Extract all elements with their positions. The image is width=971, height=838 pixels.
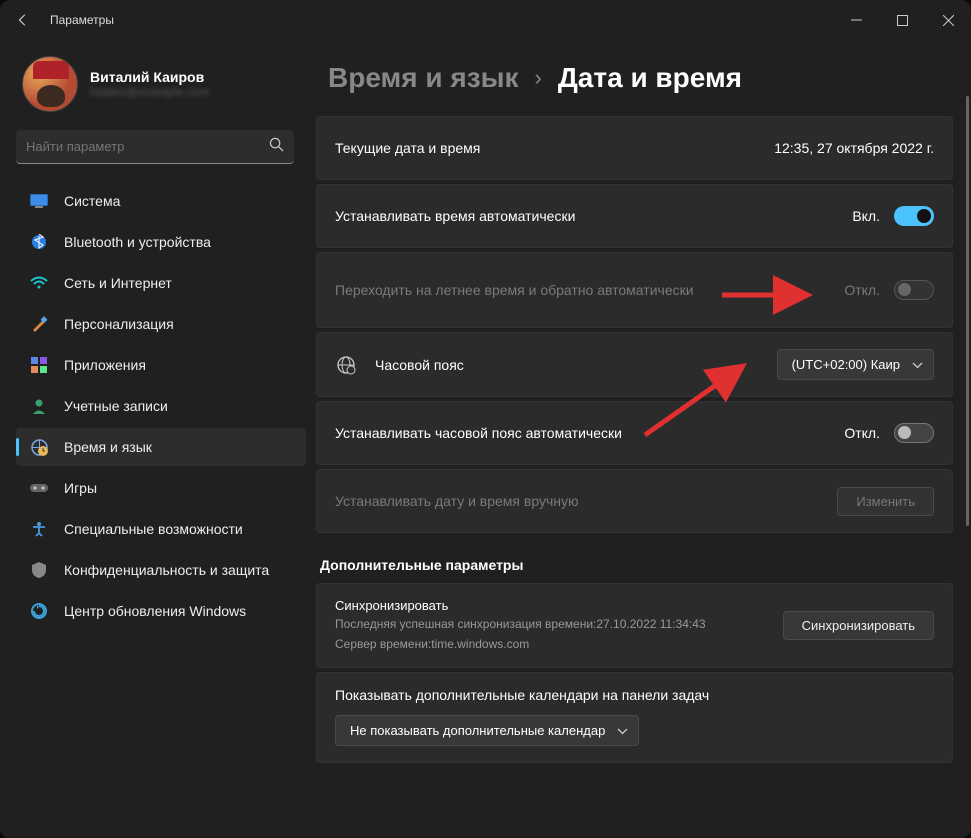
- timezone-value: (UTC+02:00) Каир: [792, 357, 900, 372]
- sidebar-item-windows-update[interactable]: Центр обновления Windows: [16, 592, 306, 630]
- current-datetime-label: Текущие дата и время: [335, 140, 774, 156]
- sync-last: Последняя успешная синхронизация времени…: [335, 615, 783, 633]
- dst-state: Откл.: [844, 282, 880, 298]
- sidebar-item-label: Центр обновления Windows: [64, 603, 246, 619]
- calendars-dropdown[interactable]: Не показывать дополнительные календар: [335, 715, 639, 746]
- row-dst: Переходить на летнее время и обратно авт…: [316, 252, 953, 328]
- brush-icon: [30, 315, 48, 333]
- sync-title: Синхронизировать: [335, 598, 783, 613]
- apps-icon: [30, 356, 48, 374]
- sidebar-item-system[interactable]: Система: [16, 182, 306, 220]
- row-timezone: Часовой пояс (UTC+02:00) Каир: [316, 332, 953, 397]
- dst-label: Переходить на летнее время и обратно авт…: [335, 282, 844, 298]
- calendars-label: Показывать дополнительные календари на п…: [335, 687, 934, 703]
- timezone-dropdown[interactable]: (UTC+02:00) Каир: [777, 349, 934, 380]
- row-auto-timezone[interactable]: Устанавливать часовой пояс автоматически…: [316, 401, 953, 465]
- chevron-down-icon: [617, 723, 628, 738]
- scrollbar[interactable]: [966, 96, 969, 526]
- sidebar-item-accounts[interactable]: Учетные записи: [16, 387, 306, 425]
- sync-button[interactable]: Синхронизировать: [783, 611, 934, 640]
- auto-time-label: Устанавливать время автоматически: [335, 208, 852, 224]
- sidebar-item-bluetooth[interactable]: Bluetooth и устройства: [16, 223, 306, 261]
- person-icon: [30, 397, 48, 415]
- accessibility-icon: [30, 520, 48, 538]
- avatar: [22, 56, 78, 112]
- row-sync: Синхронизировать Последняя успешная синх…: [316, 583, 953, 668]
- dst-toggle: [894, 280, 934, 300]
- wifi-icon: [30, 274, 48, 292]
- titlebar: Параметры: [0, 0, 971, 40]
- maximize-button[interactable]: [879, 0, 925, 40]
- change-button: Изменить: [837, 487, 934, 516]
- profile-email: hidden@example.com: [90, 85, 210, 99]
- sidebar-item-accessibility[interactable]: Специальные возможности: [16, 510, 306, 548]
- sidebar-item-label: Bluetooth и устройства: [64, 234, 211, 250]
- row-manual-datetime: Устанавливать дату и время вручную Измен…: [316, 469, 953, 533]
- globe-icon: [335, 355, 357, 375]
- page-title: Дата и время: [558, 62, 742, 94]
- row-additional-calendars: Показывать дополнительные календари на п…: [316, 672, 953, 763]
- chevron-down-icon: [912, 357, 923, 372]
- search-box[interactable]: [16, 130, 294, 164]
- sidebar-item-label: Игры: [64, 480, 97, 496]
- bluetooth-icon: [30, 233, 48, 251]
- auto-time-toggle[interactable]: [894, 206, 934, 226]
- row-auto-time[interactable]: Устанавливать время автоматически Вкл.: [316, 184, 953, 248]
- sidebar-item-label: Персонализация: [64, 316, 174, 332]
- auto-time-state: Вкл.: [852, 208, 880, 224]
- sidebar-item-time-language[interactable]: Время и язык: [16, 428, 306, 466]
- sidebar-item-privacy[interactable]: Конфиденциальность и защита: [16, 551, 306, 589]
- auto-tz-label: Устанавливать часовой пояс автоматически: [335, 425, 844, 441]
- profile-block[interactable]: Виталий Каиров hidden@example.com: [16, 48, 306, 126]
- sidebar-item-label: Учетные записи: [64, 398, 168, 414]
- calendars-value: Не показывать дополнительные календар: [350, 723, 605, 738]
- gamepad-icon: [30, 479, 48, 497]
- app-title: Параметры: [50, 13, 114, 27]
- back-button[interactable]: [14, 11, 32, 29]
- sidebar-item-gaming[interactable]: Игры: [16, 469, 306, 507]
- globe-clock-icon: [30, 438, 48, 456]
- current-datetime-value: 12:35, 27 октября 2022 г.: [774, 140, 934, 156]
- manual-label: Устанавливать дату и время вручную: [335, 493, 837, 509]
- sidebar-item-label: Система: [64, 193, 120, 209]
- auto-tz-state: Откл.: [844, 425, 880, 441]
- breadcrumb: Время и язык › Дата и время: [316, 62, 953, 94]
- timezone-label: Часовой пояс: [375, 357, 777, 373]
- auto-tz-toggle[interactable]: [894, 423, 934, 443]
- main-content: Время и язык › Дата и время Текущие дата…: [310, 40, 971, 838]
- sidebar-item-network[interactable]: Сеть и Интернет: [16, 264, 306, 302]
- settings-window: Параметры Виталий Каиров hidden@example.…: [0, 0, 971, 838]
- sidebar-item-personalization[interactable]: Персонализация: [16, 305, 306, 343]
- search-icon: [269, 137, 284, 157]
- system-icon: [30, 192, 48, 210]
- sidebar-item-label: Конфиденциальность и защита: [64, 562, 269, 578]
- additional-section-title: Дополнительные параметры: [320, 557, 953, 573]
- sidebar-item-label: Время и язык: [64, 439, 152, 455]
- search-input[interactable]: [26, 139, 269, 154]
- row-current-datetime: Текущие дата и время 12:35, 27 октября 2…: [316, 116, 953, 180]
- nav: Система Bluetooth и устройства Сеть и Ин…: [16, 182, 306, 630]
- sidebar: Виталий Каиров hidden@example.com Систем…: [0, 40, 310, 838]
- sidebar-item-label: Приложения: [64, 357, 146, 373]
- shield-icon: [30, 561, 48, 579]
- chevron-right-icon: ›: [535, 65, 542, 91]
- breadcrumb-parent[interactable]: Время и язык: [328, 62, 519, 94]
- minimize-button[interactable]: [833, 0, 879, 40]
- update-icon: [30, 602, 48, 620]
- close-button[interactable]: [925, 0, 971, 40]
- sidebar-item-apps[interactable]: Приложения: [16, 346, 306, 384]
- sync-server: Сервер времени:time.windows.com: [335, 635, 783, 653]
- profile-name: Виталий Каиров: [90, 69, 210, 85]
- sidebar-item-label: Специальные возможности: [64, 521, 243, 537]
- sidebar-item-label: Сеть и Интернет: [64, 275, 172, 291]
